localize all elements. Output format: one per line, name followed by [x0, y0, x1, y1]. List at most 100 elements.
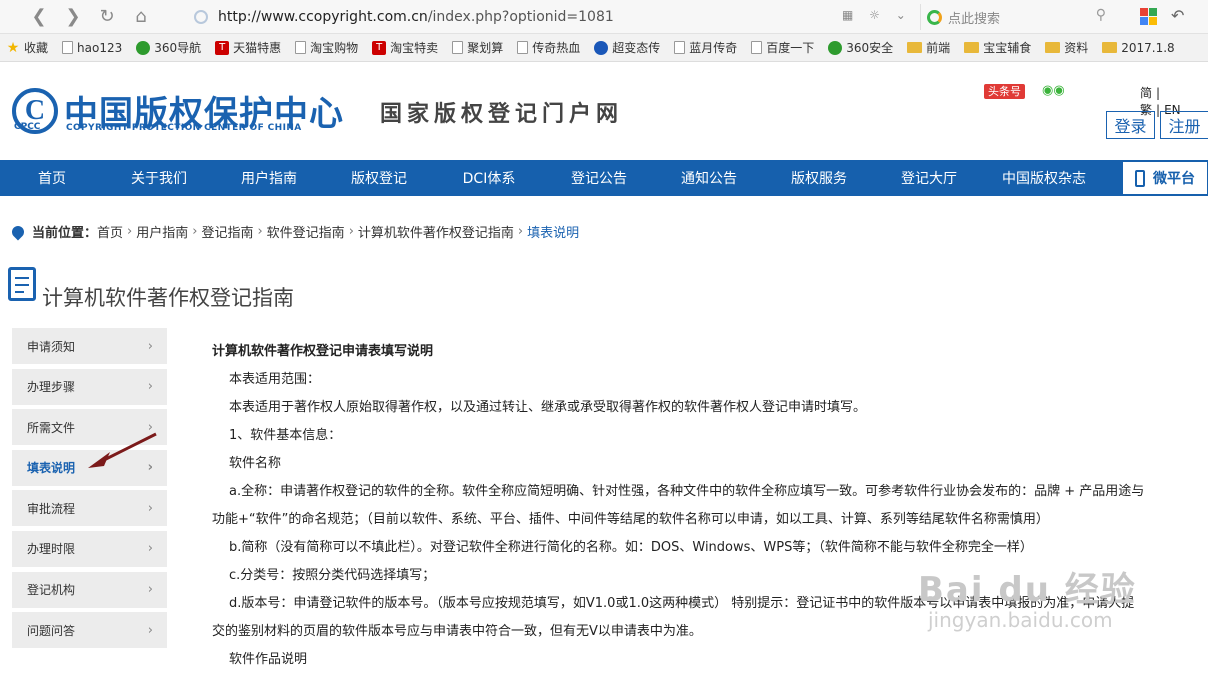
back-icon[interactable]: ❮	[22, 0, 56, 34]
url-host: http://www.ccopyright.com.cn	[218, 9, 428, 25]
breadcrumb-separator: ›	[127, 224, 133, 239]
browser-search-box[interactable]: 点此搜索 ⚲	[920, 4, 1116, 30]
page-title: 计算机软件著作权登记指南	[42, 286, 294, 310]
micro-platform-button[interactable]: 微平台	[1122, 161, 1208, 195]
sidebar-item[interactable]: 登记机构 ›	[12, 571, 167, 608]
bookmark-item[interactable]: hao123	[62, 41, 122, 55]
bookmark-item[interactable]: 360导航	[136, 39, 201, 56]
sidebar-item-label: 所需文件	[27, 420, 76, 435]
bookmark-item[interactable]: 传奇热血	[517, 39, 580, 56]
breadcrumb-label: 当前位置：	[32, 226, 98, 241]
bookmark-label: 天猫特惠	[233, 41, 282, 55]
bookmark-item[interactable]: T 淘宝特卖	[372, 39, 438, 56]
register-button[interactable]: 注册	[1160, 111, 1208, 139]
bookmark-label: 聚划算	[467, 41, 504, 55]
sidebar-item-label: 问题问答	[27, 623, 76, 638]
bookmark-label: 淘宝特卖	[390, 41, 439, 55]
breadcrumb-separator: ›	[517, 224, 524, 239]
bookmark-item[interactable]: 超变态传	[594, 39, 660, 56]
sidebar-item-label: 办理时限	[27, 542, 76, 557]
bookmark-item[interactable]: 聚划算	[452, 39, 503, 56]
sidebar-item-label: 办理步骤	[27, 380, 76, 395]
bookmark-item[interactable]: ★ 收藏	[6, 39, 48, 56]
document-edit-icon	[8, 267, 36, 301]
bookmark-item[interactable]: 前端	[907, 39, 950, 56]
content-paragraph: 软件名称	[229, 456, 282, 471]
location-pin-icon	[9, 223, 27, 240]
reload-icon[interactable]: ↻	[90, 0, 124, 34]
content-paragraph: 本表适用范围：	[229, 372, 321, 387]
address-bar-icons[interactable]: ▦ ☼ ⌄	[842, 8, 912, 22]
chevron-right-icon: ›	[147, 622, 153, 638]
forward-icon[interactable]: ❯	[56, 0, 90, 34]
content-paragraph: 软件作品说明	[229, 652, 308, 667]
breadcrumb-separator: ›	[348, 224, 354, 239]
apps-icon[interactable]	[1140, 8, 1157, 25]
nav-item[interactable]: 通知公告	[654, 168, 764, 188]
nav-item[interactable]: 登记大厅	[874, 168, 984, 188]
sidebar-item[interactable]: 办理时限 ›	[12, 530, 167, 567]
sidebar-item-label: 填表说明	[27, 461, 76, 476]
bookmark-item[interactable]: 百度一下	[751, 39, 814, 56]
sidebar-item[interactable]: 办理步骤 ›	[12, 368, 167, 405]
search-icon[interactable]: ⚲	[1096, 7, 1106, 23]
undo-icon[interactable]: ↶	[1171, 6, 1184, 25]
bookmark-item[interactable]: T 天猫特惠	[215, 39, 281, 56]
bookmark-item[interactable]: 2017.1.8	[1102, 40, 1175, 55]
chevron-right-icon: ›	[147, 379, 153, 395]
nav-item[interactable]: 版权登记	[324, 168, 434, 188]
page-icon	[751, 41, 763, 54]
bookmark-label: 2017.1.8	[1121, 40, 1175, 55]
toutiao-badge[interactable]: 头条号	[984, 84, 1025, 99]
bookmark-item[interactable]: 360安全	[828, 39, 893, 56]
nav-item[interactable]: 版权服务	[764, 168, 874, 188]
bookmark-item[interactable]: 资料	[1045, 39, 1088, 56]
page-icon	[674, 41, 686, 54]
breadcrumb-link[interactable]: 软件登记指南	[267, 222, 345, 241]
breadcrumb-link[interactable]: 用户指南	[136, 222, 188, 241]
content-title: 计算机软件著作权登记申请表填写说明	[212, 344, 434, 359]
bookmark-item[interactable]: 淘宝购物	[295, 39, 358, 56]
sidebar-item[interactable]: 申请须知 ›	[12, 328, 167, 364]
home-icon[interactable]: ⌂	[124, 0, 158, 34]
folder-icon	[1045, 42, 1061, 53]
bookmark-item[interactable]: 蓝月传奇	[674, 39, 737, 56]
nav-item[interactable]: 登记公告	[544, 168, 654, 188]
sidebar-item-label: 申请须知	[27, 339, 76, 354]
url-path: /index.php?optionid=1081	[427, 9, 614, 25]
bookmark-label: 收藏	[24, 41, 49, 55]
sidebar-item[interactable]: 问题问答 ›	[12, 612, 167, 649]
breadcrumb-separator: ›	[257, 224, 263, 239]
nav-item[interactable]: 用户指南	[214, 168, 324, 188]
sidebar-item-label: 审批流程	[27, 501, 76, 516]
page-icon	[62, 41, 74, 54]
bookmark-item[interactable]: 宝宝辅食	[964, 39, 1031, 56]
baidu-watermark: Bai du 经验	[918, 570, 1137, 610]
micro-platform-label: 微平台	[1153, 171, 1195, 187]
baidu-watermark-url: jingyan.baidu.com	[928, 608, 1113, 632]
bookmark-label: 百度一下	[766, 41, 815, 55]
bookmark-label: 传奇热血	[532, 41, 581, 55]
logo-abbr: CPCC	[14, 122, 41, 132]
g360-icon	[828, 40, 843, 55]
nav-item[interactable]: 中国版权杂志	[984, 168, 1104, 188]
lang-simplified[interactable]: 简	[1140, 86, 1152, 100]
wechat-icon[interactable]: ◉◉	[1042, 83, 1065, 98]
nav-item[interactable]: 首页	[0, 168, 104, 188]
login-button[interactable]: 登录	[1106, 111, 1155, 139]
annotation-arrow-icon	[88, 432, 157, 468]
breadcrumb-link[interactable]: 首页	[97, 222, 123, 241]
page-icon	[517, 41, 529, 54]
address-bar[interactable]: http://www.ccopyright.com.cn/index.php?o…	[178, 4, 908, 30]
site-globe-icon	[194, 10, 208, 24]
breadcrumb-link[interactable]: 计算机软件著作权登记指南	[358, 222, 514, 241]
star-icon: ★	[6, 39, 20, 56]
nav-item[interactable]: DCI体系	[434, 168, 544, 188]
nav-item[interactable]: 关于我们	[104, 168, 214, 188]
sidebar-item[interactable]: 审批流程 ›	[12, 490, 167, 527]
tmall-icon: T	[372, 40, 387, 55]
breadcrumb-link[interactable]: 登记指南	[201, 222, 253, 241]
folder-icon	[1102, 42, 1118, 53]
bookmark-label: 资料	[1064, 41, 1089, 55]
search-engine-icon	[927, 9, 942, 25]
